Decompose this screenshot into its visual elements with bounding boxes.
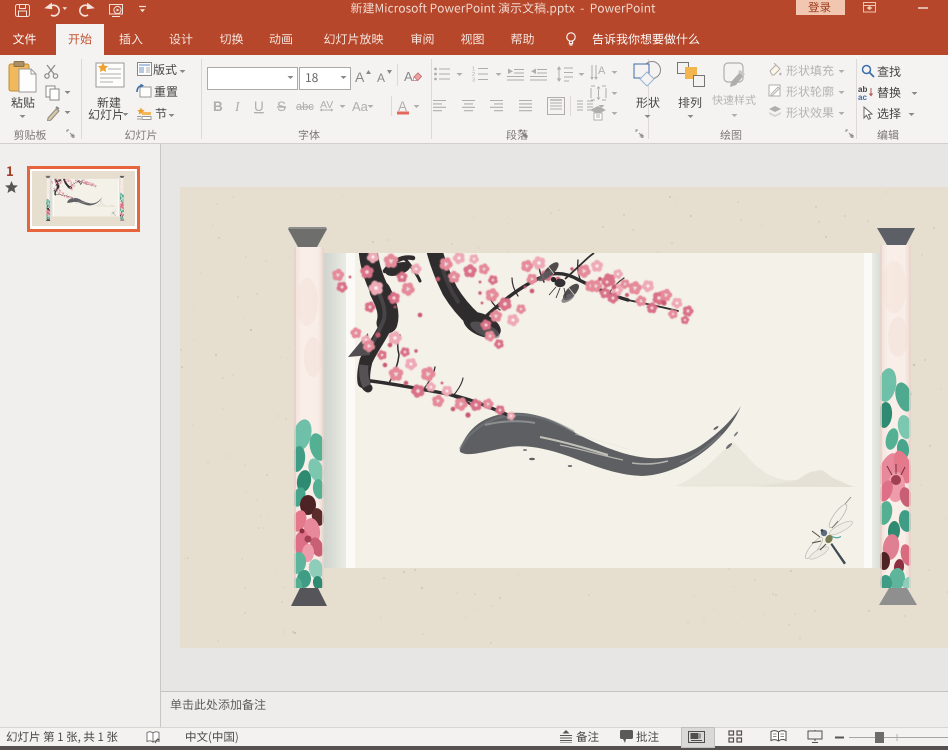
svg-text:A: A: [355, 69, 365, 84]
svg-text:B: B: [213, 99, 223, 114]
svg-text:A: A: [377, 71, 385, 84]
svg-text:I: I: [234, 99, 241, 114]
svg-text:U: U: [254, 99, 264, 114]
svg-text:S: S: [277, 99, 286, 114]
svg-text:ac: ac: [858, 93, 867, 100]
svg-text:A: A: [598, 65, 606, 77]
svg-text:3: 3: [472, 78, 475, 83]
svg-text:abc: abc: [296, 101, 314, 113]
svg-text:A: A: [404, 69, 413, 84]
